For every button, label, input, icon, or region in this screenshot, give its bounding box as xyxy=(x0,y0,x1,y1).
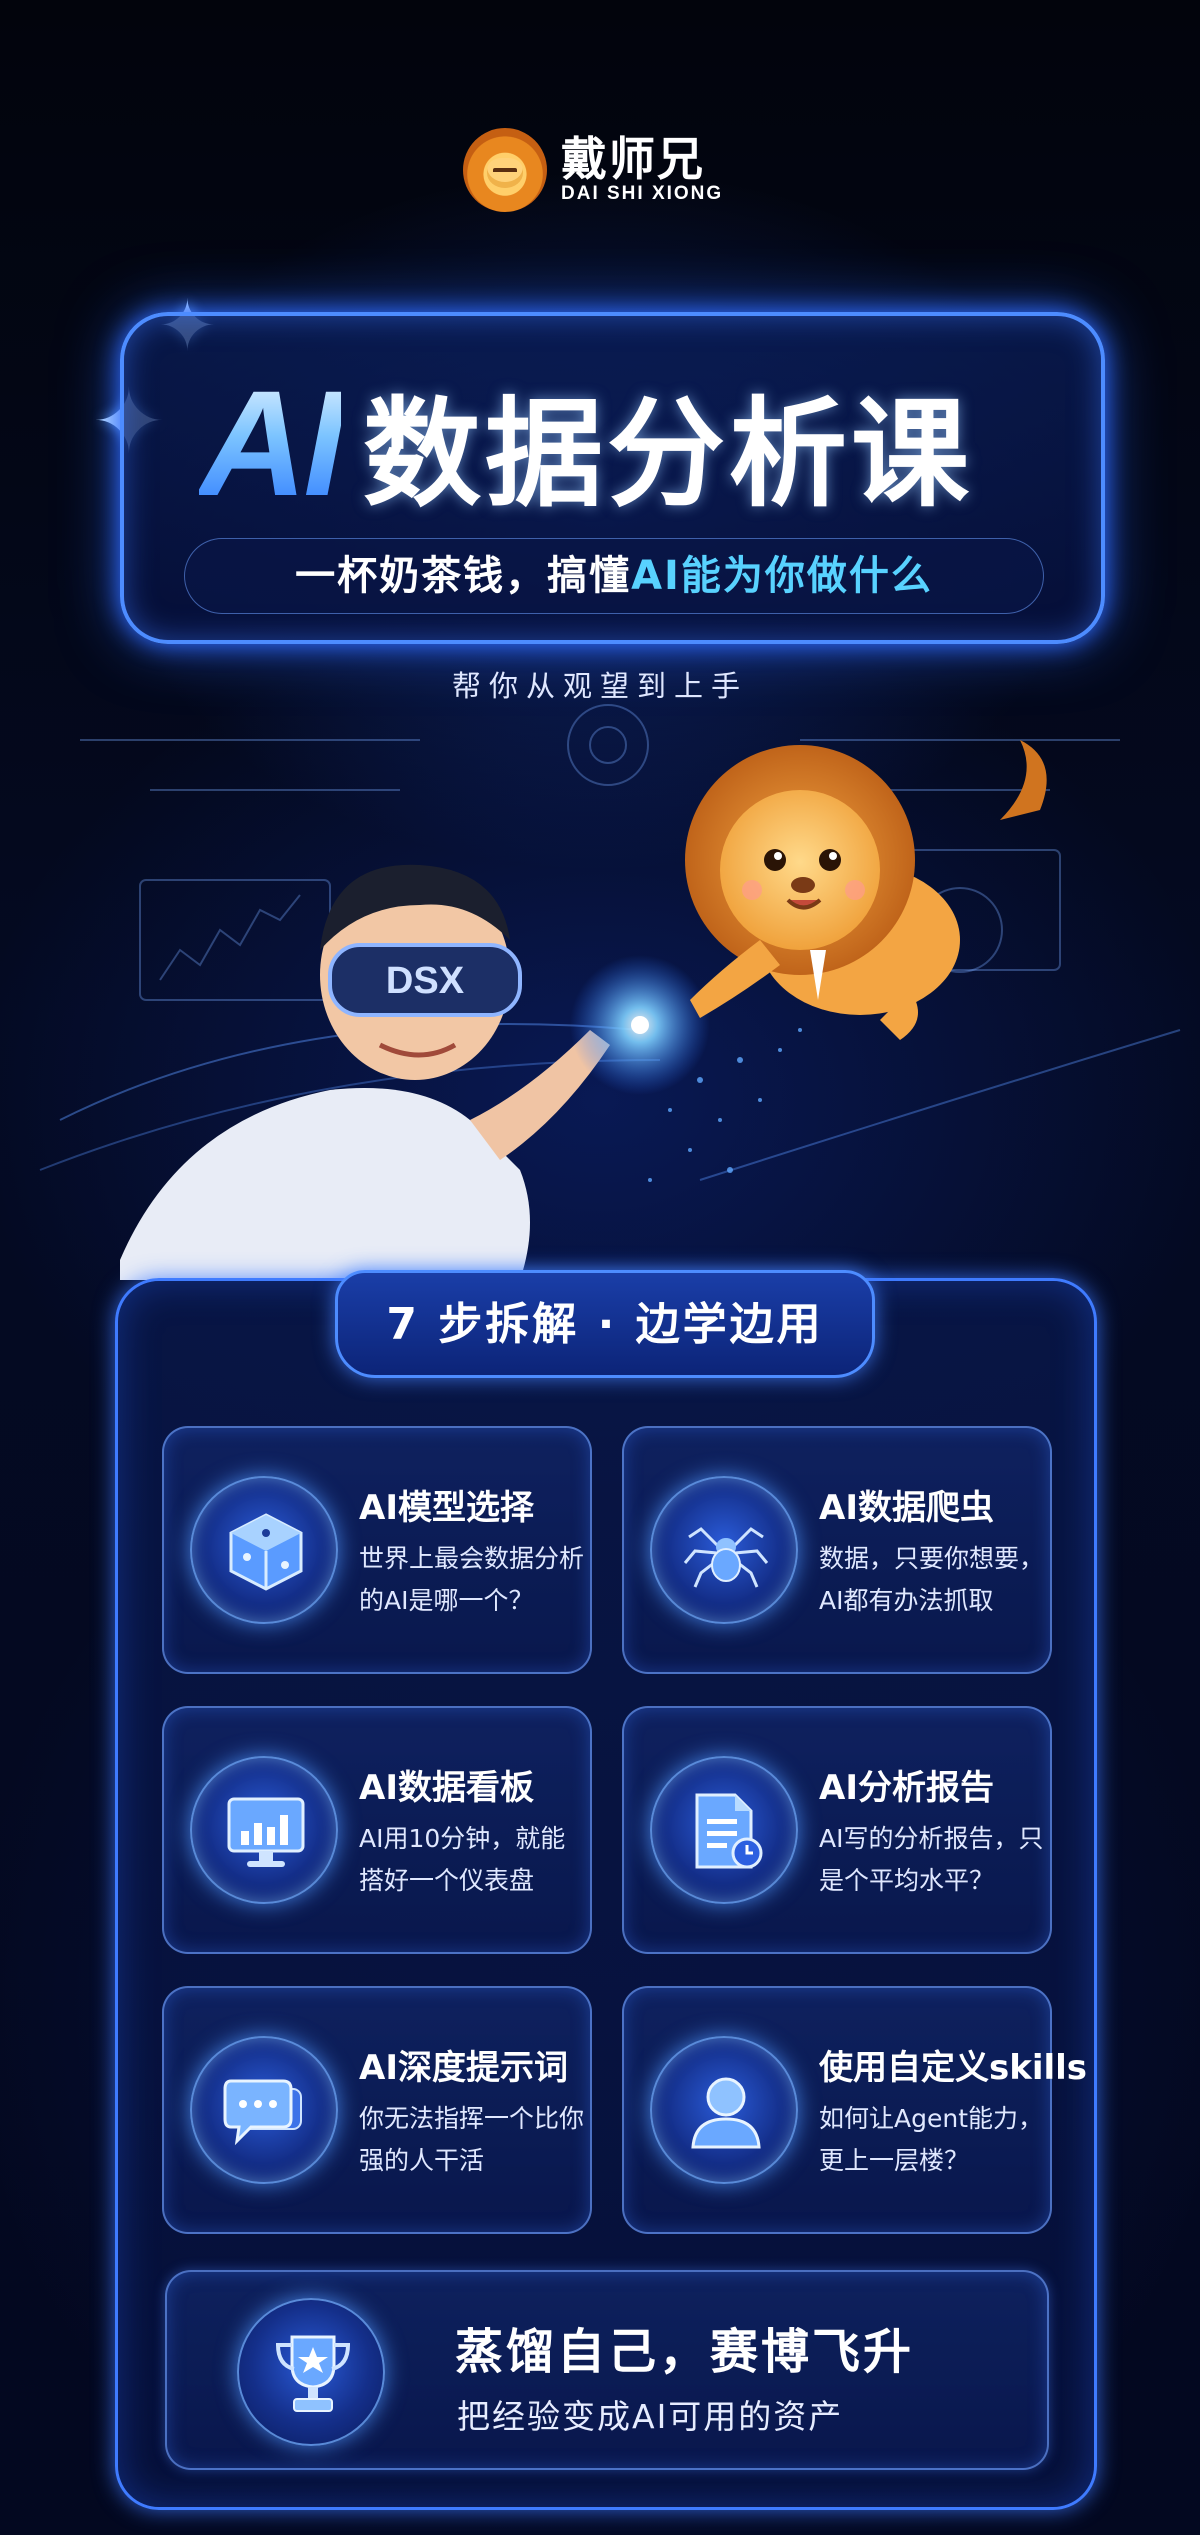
lion-mascot-icon xyxy=(463,128,547,212)
hero-subtitle-highlight: AI能为你做什么 xyxy=(631,553,933,599)
step-card-desc: 你无法指挥一个比你强的人干活 xyxy=(359,2104,585,2175)
step-card-dashboard[interactable]: AI数据看板 AI用10分钟，就能搭好一个仪表盘 xyxy=(162,1706,592,1954)
final-step-title: 蒸馏自己，赛博飞升 xyxy=(455,2324,915,2380)
final-step-card[interactable]: 蒸馏自己，赛博飞升 把经验变成AI可用的资产 xyxy=(165,2270,1049,2470)
hero-illustration: DSX xyxy=(0,700,1200,1280)
step-card-prompts[interactable]: AI深度提示词 你无法指挥一个比你强的人干活 xyxy=(162,1986,592,2234)
poster: 戴师兄 DAI SHI XIONG ✦ ✦ AI 数据分析课 一杯奶茶钱，搞懂A… xyxy=(0,0,1200,2535)
brand-name-en: DAI SHI XIONG xyxy=(561,183,724,205)
step-card-desc: 如何让Agent能力，更上一层楼？ xyxy=(819,2104,1043,2175)
lion-mascot xyxy=(685,740,1047,1040)
step-card-desc: 数据，只要你想要，AI都有办法抓取 xyxy=(819,1544,1045,1615)
step-card-data-crawler[interactable]: AI数据爬虫 数据，只要你想要，AI都有办法抓取 xyxy=(622,1426,1052,1674)
step-card-title: AI数据看板 xyxy=(359,1768,534,1808)
tagline: 帮你从观望到上手 xyxy=(451,669,748,703)
report-document-icon xyxy=(650,1756,798,1904)
step-card-title: AI数据爬虫 xyxy=(819,1488,994,1528)
hero-title: AI 数据分析课 xyxy=(199,368,1049,518)
user-profile-icon xyxy=(650,2036,798,2184)
step-card-title: AI深度提示词 xyxy=(359,2048,568,2088)
brand-name-cn: 戴师兄 xyxy=(561,131,705,186)
hero-title-ai: AI xyxy=(199,359,345,527)
brand-logo: 戴师兄 DAI SHI XIONG xyxy=(463,128,723,212)
hero-subtitle: 一杯奶茶钱，搞懂AI能为你做什么 xyxy=(184,538,1044,614)
cube-icon xyxy=(190,1476,338,1624)
trophy-icon xyxy=(237,2298,385,2446)
step-card-desc: 世界上最会数据分析的AI是哪一个？ xyxy=(359,1544,585,1615)
chat-bubbles-icon xyxy=(190,2036,338,2184)
step-card-custom-skills[interactable]: 使用自定义skills 如何让Agent能力，更上一层楼？ xyxy=(622,1986,1087,2234)
hero-title-frame: AI 数据分析课 一杯奶茶钱，搞懂AI能为你做什么 xyxy=(120,312,1105,644)
step-card-desc: AI用10分钟，就能搭好一个仪表盘 xyxy=(359,1824,566,1895)
child-with-vr-headset: DSX xyxy=(120,864,610,1280)
step-card-analysis-report[interactable]: AI分析报告 AI写的分析报告，只是个平均水平？ xyxy=(622,1706,1052,1954)
visor-text: DSX xyxy=(386,960,465,1002)
steps-panel-tab: 7 步拆解 · 边学边用 xyxy=(335,1270,875,1378)
step-card-title: 使用自定义skills xyxy=(819,2048,1088,2088)
hero-title-cn: 数据分析课 xyxy=(363,385,974,523)
dashboard-monitor-icon xyxy=(190,1756,338,1904)
step-card-title: AI模型选择 xyxy=(359,1488,534,1528)
brand-text: 戴师兄 DAI SHI XIONG xyxy=(561,135,723,205)
step-card-desc: AI写的分析报告，只是个平均水平？ xyxy=(819,1824,1044,1895)
illustration-scene: DSX xyxy=(39,704,1181,1280)
spider-icon xyxy=(650,1476,798,1624)
step-card-title: AI分析报告 xyxy=(819,1768,994,1808)
step-card-model-selection[interactable]: AI模型选择 世界上最会数据分析的AI是哪一个？ xyxy=(162,1426,592,1674)
final-step-desc: 把经验变成AI可用的资产 xyxy=(457,2397,844,2436)
hero-subtitle-text: 一杯奶茶钱，搞懂 xyxy=(295,553,632,599)
